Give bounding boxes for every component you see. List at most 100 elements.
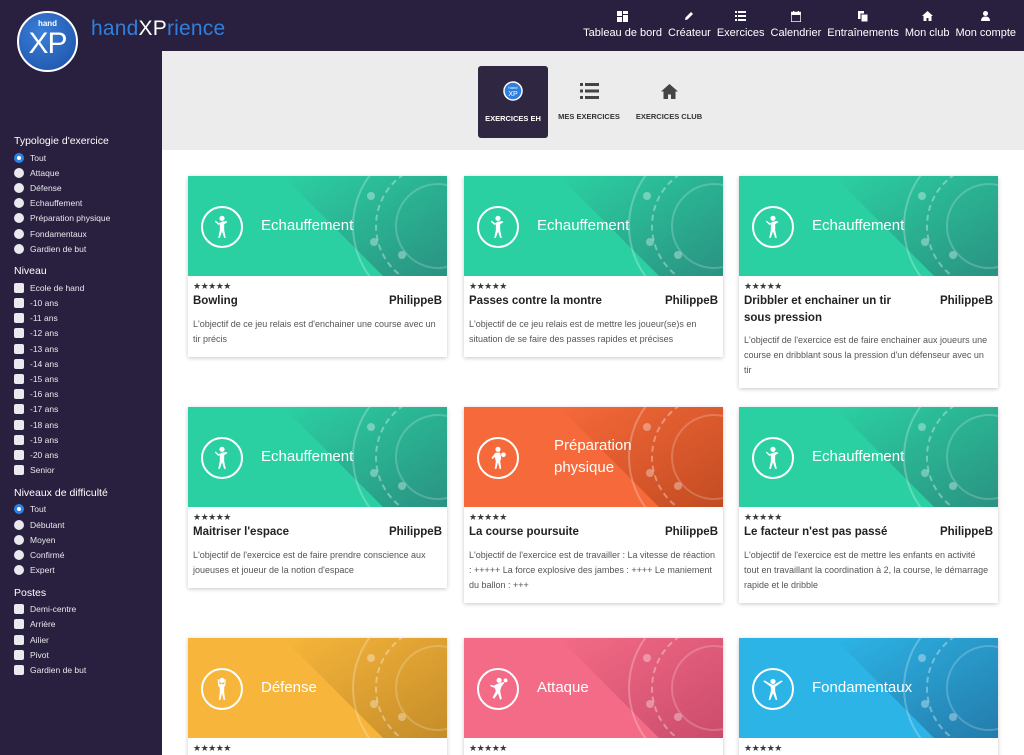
filter-radio-option[interactable]: Tout: [14, 150, 154, 165]
checkbox[interactable]: [14, 419, 24, 430]
checkbox[interactable]: [14, 634, 24, 645]
checkbox[interactable]: [14, 374, 24, 385]
filter-checkbox-option[interactable]: Arrière: [14, 617, 154, 632]
filter-checkbox-option[interactable]: -14 ans: [14, 356, 154, 371]
filter-checkbox-option[interactable]: -11 ans: [14, 311, 154, 326]
filter-radio-option[interactable]: Défense: [14, 180, 154, 195]
filter-radio-option[interactable]: Echauffement: [14, 196, 154, 211]
filter-checkbox-option[interactable]: -15 ans: [14, 371, 154, 386]
card-author[interactable]: PhilippeB: [665, 524, 718, 541]
filter-option-label: Tout: [30, 504, 47, 515]
filter-checkbox-option[interactable]: Ailier: [14, 632, 154, 647]
exercise-card[interactable]: Défense ★★★★★: [188, 638, 447, 755]
filter-checkbox-option[interactable]: -18 ans: [14, 417, 154, 432]
filter-checkbox-option[interactable]: -13 ans: [14, 341, 154, 356]
exercise-card[interactable]: Préparation physique ★★★★★ La course poursu…: [464, 407, 723, 603]
filter-checkbox-option[interactable]: Ecole de hand: [14, 280, 154, 295]
card-author[interactable]: PhilippeB: [940, 524, 993, 541]
nav-mon-compte[interactable]: Mon compte: [952, 9, 1019, 39]
nav-tableau-de-bord[interactable]: Tableau de bord: [580, 9, 665, 39]
nav-calendrier[interactable]: Calendrier: [768, 9, 825, 39]
nav-exercices[interactable]: Exercices: [714, 9, 768, 39]
radio-button[interactable]: [14, 167, 24, 178]
radio-button[interactable]: [14, 228, 24, 239]
checkbox[interactable]: [14, 343, 24, 354]
filter-radio-option[interactable]: Confirmé: [14, 547, 154, 562]
filter-checkbox-option[interactable]: -10 ans: [14, 296, 154, 311]
filter-checkbox-option[interactable]: Senior: [14, 463, 154, 478]
nav-label: Calendrier: [770, 27, 822, 39]
checkbox[interactable]: [14, 465, 24, 476]
card-author[interactable]: PhilippeB: [389, 293, 442, 310]
checkbox[interactable]: [14, 328, 24, 339]
filter-checkbox-option[interactable]: Demi-centre: [14, 602, 154, 617]
radio-button[interactable]: [14, 152, 24, 163]
radio-button[interactable]: [14, 213, 24, 224]
checkbox[interactable]: [14, 434, 24, 445]
card-banner: Echauffement: [464, 176, 723, 276]
filter-radio-option[interactable]: Attaque: [14, 165, 154, 180]
radio-button[interactable]: [14, 198, 24, 209]
brand-name[interactable]: handXPrience: [91, 17, 225, 41]
calendar-icon: [790, 9, 801, 23]
filter-checkbox-option[interactable]: Pivot: [14, 647, 154, 662]
radio-button[interactable]: [14, 549, 24, 560]
checkbox[interactable]: [14, 282, 24, 293]
filter-option-label: -13 ans: [30, 343, 59, 354]
checkbox[interactable]: [14, 449, 24, 460]
card-body: ★★★★★ Le facteur n'est pas passé PhilippeB…: [739, 507, 998, 603]
filter-radio-option[interactable]: Débutant: [14, 517, 154, 532]
card-category: Fondamentaux: [812, 679, 913, 696]
filter-checkbox-option[interactable]: -20 ans: [14, 447, 154, 462]
checkbox[interactable]: [14, 404, 24, 415]
checkbox[interactable]: [14, 619, 24, 630]
exercise-card[interactable]: Attaque ★★★★★: [464, 638, 723, 755]
filter-checkbox-option[interactable]: Gardien de but: [14, 662, 154, 677]
tab-exercices-eh[interactable]: hand XP EXERCICES EH: [478, 66, 548, 138]
checkbox[interactable]: [14, 313, 24, 324]
radio-button[interactable]: [14, 519, 24, 530]
nav-mon-club[interactable]: Mon club: [902, 9, 953, 39]
filter-radio-option[interactable]: Préparation physique: [14, 211, 154, 226]
filter-radio-option[interactable]: Fondamentaux: [14, 226, 154, 241]
radio-button[interactable]: [14, 243, 24, 254]
filter-option-label: Senior: [30, 465, 55, 476]
card-author[interactable]: PhilippeB: [940, 293, 993, 310]
tab-mes-exercices[interactable]: MES EXERCICES: [554, 66, 624, 138]
handxp-logo[interactable]: hand XP: [17, 11, 78, 72]
filter-radio-option[interactable]: Expert: [14, 563, 154, 578]
filter-group-typologie: Typologie d'exercice Tout Attaque Défense E…: [14, 135, 154, 256]
nav-entrainements[interactable]: Entraînements: [824, 9, 902, 39]
checkbox[interactable]: [14, 649, 24, 660]
echauffement-player-icon: [752, 206, 794, 248]
filter-checkbox-option[interactable]: -17 ans: [14, 402, 154, 417]
checkbox[interactable]: [14, 298, 24, 309]
filter-radio-option[interactable]: Tout: [14, 502, 154, 517]
checkbox[interactable]: [14, 358, 24, 369]
nav-label: Mon club: [904, 27, 950, 39]
filter-checkbox-option[interactable]: -19 ans: [14, 432, 154, 447]
exercise-card[interactable]: Fondamentaux ★★★★★: [739, 638, 998, 755]
radio-button[interactable]: [14, 565, 24, 576]
exercise-card[interactable]: Echauffement ★★★★★ Le facteur n'est pas pa…: [739, 407, 998, 603]
filter-checkbox-option[interactable]: -16 ans: [14, 387, 154, 402]
checkbox[interactable]: [14, 665, 24, 676]
nav-createur[interactable]: Créateur: [665, 9, 714, 39]
radio-button[interactable]: [14, 504, 24, 515]
tab-exercices-club[interactable]: EXERCICES CLUB: [634, 66, 704, 138]
checkbox[interactable]: [14, 389, 24, 400]
exercise-card[interactable]: Echauffement ★★★★★ Maitriser l'espace Phili…: [188, 407, 447, 588]
exercise-card[interactable]: Echauffement ★★★★★ Dribbler et enchainer u…: [739, 176, 998, 388]
radio-button[interactable]: [14, 182, 24, 193]
filter-radio-option[interactable]: Gardien de but: [14, 241, 154, 256]
exercise-card[interactable]: Echauffement ★★★★★ Passes contre la montre…: [464, 176, 723, 357]
checkbox[interactable]: [14, 604, 24, 615]
exercise-card[interactable]: Echauffement ★★★★★ Bowling PhilippeB L'objec…: [188, 176, 447, 357]
filter-option-label: Pivot: [30, 649, 49, 660]
card-author[interactable]: PhilippeB: [389, 524, 442, 541]
card-author[interactable]: PhilippeB: [665, 293, 718, 310]
filter-checkbox-option[interactable]: -12 ans: [14, 326, 154, 341]
filter-radio-option[interactable]: Moyen: [14, 532, 154, 547]
radio-button[interactable]: [14, 534, 24, 545]
card-title-row: Bowling PhilippeB: [193, 293, 442, 310]
